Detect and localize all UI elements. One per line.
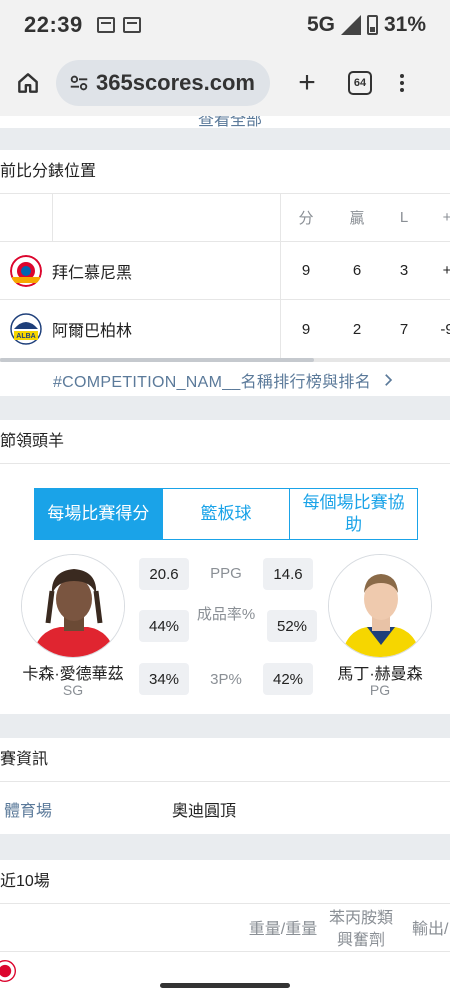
bayern-logo-icon [10, 255, 42, 287]
stat-cell: 9 [301, 262, 311, 279]
url-text: 365scores.com [96, 70, 255, 95]
status-bar: 22:39 5G 31% [0, 0, 450, 50]
stat-value-left: 34% [139, 663, 189, 695]
venue-value: 奧迪圓頂 [172, 803, 237, 820]
home-icon [18, 73, 38, 93]
stat-label: 3P% [210, 671, 242, 688]
network-type: 5G [306, 13, 335, 36]
player-photo-icon [329, 555, 431, 657]
column-header[interactable]: L [384, 194, 424, 241]
table-row[interactable]: 拜仁慕尼黑 9 6 3 + [0, 242, 450, 300]
stat-value-right: 52% [267, 610, 317, 642]
tab-points[interactable]: 每場比賽得分 [35, 489, 163, 539]
stat-cell: 7 [399, 320, 409, 338]
player-name-left[interactable]: 卡森·愛德華茲 [8, 660, 138, 684]
site-settings-icon[interactable] [68, 72, 90, 94]
column-header[interactable]: 分 [286, 194, 326, 241]
leaders-title: 節領頭羊 [0, 420, 450, 464]
avatar[interactable] [21, 554, 125, 658]
standings-header-row: 分 贏 L + [0, 194, 450, 242]
column-header: 苯丙胺類興奮劑 [328, 910, 393, 949]
stat-cell: 9 [301, 320, 311, 338]
gesture-nav-bar[interactable] [160, 983, 290, 988]
chevron-right-icon [385, 374, 393, 386]
match-info-card: 賽資訊 體育場 奧迪圓頂 [0, 738, 450, 834]
notification-icon [96, 17, 115, 33]
new-tab-button[interactable]: + [292, 68, 322, 98]
competition-standings-link[interactable]: #COMPETITION_NAM__名稱排行榜與排名 [0, 364, 450, 396]
match-info-title: 賽資訊 [0, 738, 450, 782]
stat-label: PPG [210, 565, 242, 582]
leaders-tabs: 每場比賽得分 籃板球 每個場比賽協助 [34, 488, 418, 540]
team-name[interactable]: 拜仁慕尼黑 [52, 242, 132, 299]
player-photo-icon [22, 555, 124, 657]
partial-card: 查看全部 [0, 116, 450, 129]
signal-icon [340, 15, 361, 35]
battery-percent: 31% [383, 13, 426, 36]
venue-label: 體育場 [4, 803, 53, 820]
stat-value-right: 14.6 [263, 558, 313, 590]
stat-cell: 6 [352, 262, 362, 279]
stat-label: 成品率% [196, 606, 256, 623]
bayern-logo-icon [0, 960, 16, 982]
player-name-right[interactable]: 馬丁·赫曼森 [315, 660, 445, 684]
stat-value-left: 20.6 [139, 558, 189, 590]
horizontal-scrollbar[interactable] [0, 358, 450, 362]
stat-value-left: 44% [139, 610, 189, 642]
browser-toolbar: 365scores.com + 64 [0, 50, 450, 116]
standings-title: 前比分錶位置 [0, 150, 450, 194]
team-name[interactable]: 阿爾巴柏林 [52, 300, 132, 358]
notification-icon [122, 17, 141, 33]
stat-cell: 2 [352, 320, 362, 338]
battery-icon [366, 15, 378, 35]
competition-link-label: #COMPETITION_NAM__名稱排行榜與排名 [52, 374, 372, 391]
player-position-right: PG [369, 682, 391, 698]
tab-rebounds[interactable]: 籃板球 [163, 489, 291, 539]
column-header: 輸出/ [412, 921, 449, 938]
status-time: 22:39 [24, 12, 83, 37]
last10-title: 近10場 [0, 860, 450, 904]
column-header[interactable]: 贏 [337, 194, 377, 241]
alba-logo-icon: ALBA [10, 313, 42, 345]
column-header: 重量/重量 [248, 921, 318, 938]
column-header[interactable]: + [432, 194, 450, 241]
player-position-left: SG [62, 682, 84, 698]
avatar[interactable] [328, 554, 432, 658]
svg-text:ALBA: ALBA [16, 333, 35, 340]
table-row[interactable]: ALBA 阿爾巴柏林 9 2 7 -9 [0, 300, 450, 358]
stat-cell: 3 [399, 262, 409, 279]
stat-value-right: 42% [263, 663, 313, 695]
standings-card: 前比分錶位置 分 贏 L + 拜仁慕尼黑 9 6 3 + ALBA 阿爾巴柏林 … [0, 150, 450, 396]
tab-assists[interactable]: 每個場比賽協助 [290, 489, 417, 539]
venue-row: 體育場 奧迪圓頂 [0, 784, 450, 834]
stat-cell: -9 [440, 320, 450, 338]
tab-switcher-button[interactable]: 64 [348, 71, 372, 95]
stat-cell: + [442, 262, 450, 279]
home-button[interactable] [10, 65, 46, 101]
last10-card: 近10場 重量/重量 苯丙胺類興奮劑 輸出/ [0, 860, 450, 1000]
last10-header-row: 重量/重量 苯丙胺類興奮劑 輸出/ [0, 906, 450, 952]
browser-menu-button[interactable] [400, 74, 404, 92]
scrollbar-thumb[interactable] [0, 358, 314, 362]
page-content: 查看全部 前比分錶位置 分 贏 L + 拜仁慕尼黑 9 6 3 + ALBA 阿… [0, 116, 450, 1000]
address-bar[interactable]: 365scores.com [56, 60, 270, 106]
